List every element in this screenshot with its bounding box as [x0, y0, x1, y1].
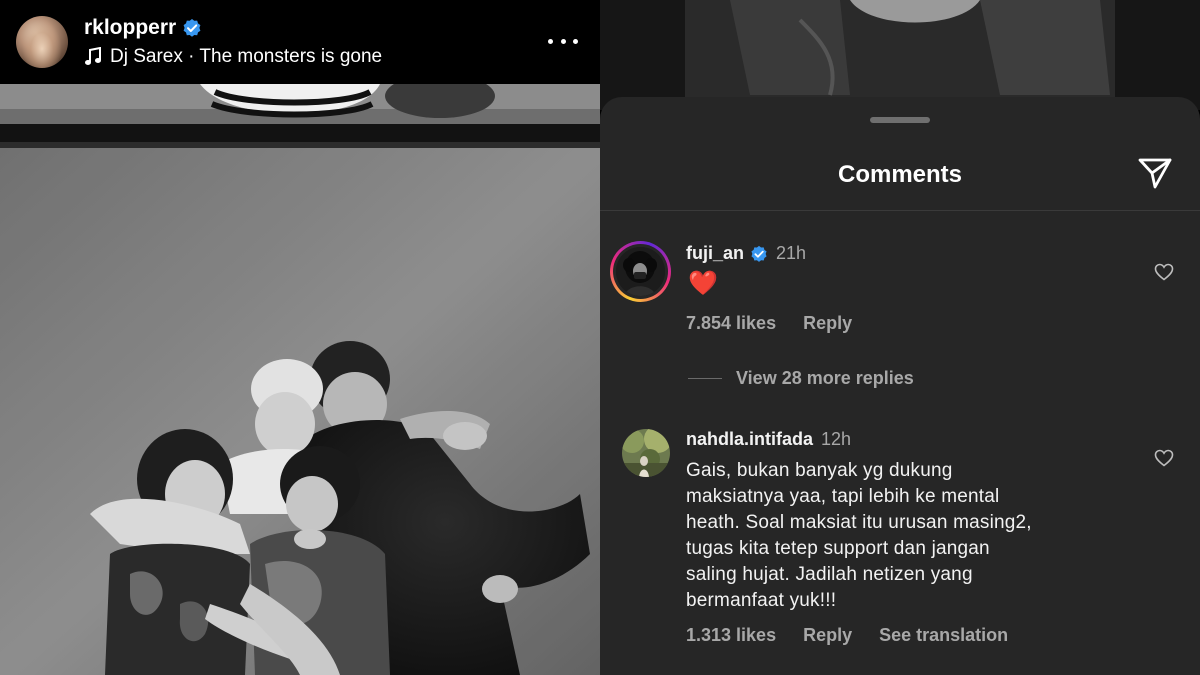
comment-text: ❤️	[688, 270, 718, 297]
dot	[548, 38, 553, 44]
comment-header: nahdla.intifada 12h	[686, 429, 851, 450]
verified-badge-icon	[183, 19, 201, 37]
dot	[560, 38, 566, 44]
post-photo[interactable]	[0, 84, 600, 675]
music-note-icon	[85, 47, 101, 65]
comment-header: fuji_an 21h	[686, 243, 806, 264]
header-divider	[600, 210, 1200, 211]
avatar-image	[616, 247, 665, 296]
view-replies-label: View 28 more replies	[736, 368, 914, 388]
comment-time: 12h	[821, 429, 852, 449]
avatar-ring-gap	[613, 244, 668, 299]
post-panel: rklopperr Dj Sarex · The monsters is gon…	[0, 0, 600, 675]
music-attribution[interactable]: Dj Sarex · The monsters is gone	[84, 46, 382, 68]
comment-text: Gais, bukan banyak yg dukung maksiatnya …	[686, 460, 1032, 611]
likes-count[interactable]: 1.313 likes	[686, 625, 776, 646]
music-title: Dj Sarex · The monsters is gone	[110, 46, 383, 67]
sheet-grabber[interactable]	[870, 117, 930, 123]
verified-badge-icon	[751, 245, 767, 262]
author-avatar[interactable]	[16, 16, 68, 68]
comment-actions: 7.854 likes Reply	[686, 313, 852, 334]
send-icon[interactable]	[1136, 155, 1174, 191]
author-username-row[interactable]: rklopperr	[84, 16, 202, 40]
author-username[interactable]: rklopperr	[84, 16, 176, 40]
comments-panel: Comments fuji_an 21h ❤️ 7.854 likes Repl…	[600, 0, 1200, 675]
replies-line	[688, 378, 722, 379]
view-replies-button[interactable]: View 28 more replies	[688, 368, 914, 389]
heart-outline-icon[interactable]	[1154, 449, 1174, 467]
likes-count[interactable]: 7.854 likes	[686, 313, 776, 334]
commenter-avatar[interactable]	[610, 241, 671, 302]
commenter-username[interactable]: fuji_an	[686, 243, 744, 264]
commenter-avatar[interactable]	[622, 429, 670, 477]
commenter-username[interactable]: nahdla.intifada	[686, 429, 813, 450]
background-photo	[600, 0, 1200, 110]
comments-title: Comments	[837, 161, 963, 188]
see-translation-button[interactable]: See translation	[879, 625, 1008, 646]
comments-sheet: Comments fuji_an 21h ❤️ 7.854 likes Repl…	[600, 97, 1200, 675]
post-header: rklopperr Dj Sarex · The monsters is gon…	[0, 0, 600, 84]
reply-button[interactable]: Reply	[803, 625, 852, 646]
dot	[573, 38, 578, 44]
comment-actions: 1.313 likes Reply See translation	[686, 625, 1008, 646]
heart-outline-icon[interactable]	[1154, 263, 1174, 281]
reply-button[interactable]: Reply	[803, 313, 852, 334]
more-options-icon[interactable]	[548, 30, 578, 52]
comment-time: 21h	[776, 243, 807, 263]
